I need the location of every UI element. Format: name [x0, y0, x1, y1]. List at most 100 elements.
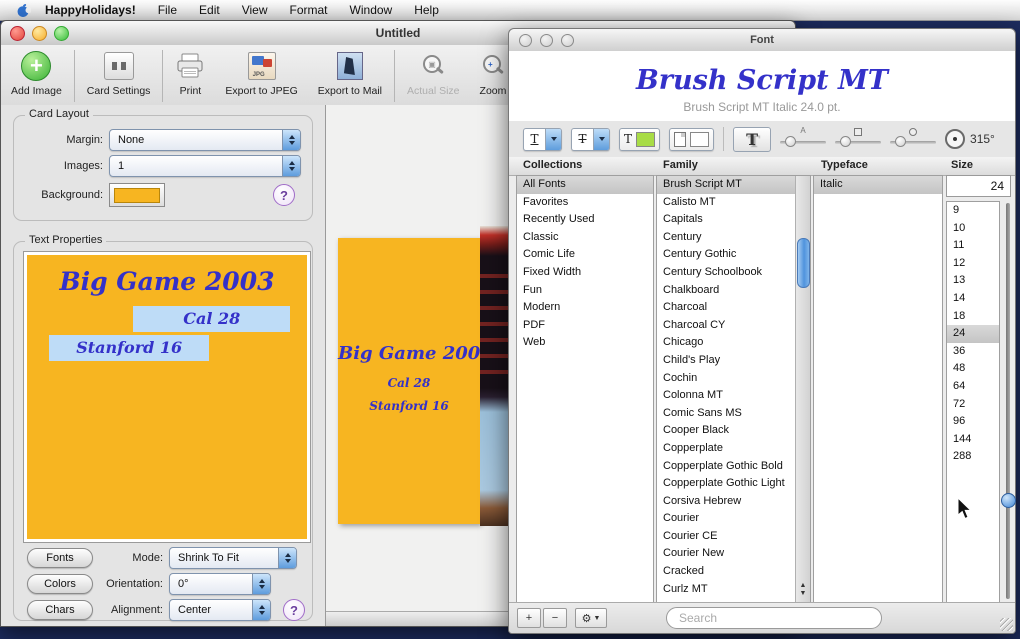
add-collection-button[interactable]: + — [517, 608, 541, 628]
menu-item[interactable]: Help — [414, 3, 439, 17]
orientation-popup[interactable]: 0° — [169, 573, 271, 595]
size-item[interactable]: 18 — [947, 308, 999, 326]
size-slider-thumb[interactable] — [1001, 493, 1016, 508]
family-item[interactable]: Colonna MT — [657, 387, 796, 405]
chars-button[interactable]: Chars — [27, 600, 93, 620]
strikethrough-button[interactable]: T — [571, 127, 610, 151]
size-item[interactable]: 48 — [947, 360, 999, 378]
search-input[interactable] — [666, 607, 882, 629]
alignment-popup[interactable]: Center — [169, 599, 271, 621]
card-line-stanford[interactable]: Stanford 16 — [338, 399, 480, 413]
colors-button[interactable]: Colors — [27, 574, 93, 594]
family-item[interactable]: Curlz MT — [657, 581, 796, 599]
card-layout-help-button[interactable]: ? — [273, 184, 295, 206]
card-line-cal[interactable]: Cal 28 — [338, 376, 480, 390]
size-item[interactable]: 64 — [947, 378, 999, 396]
text-line-stanford[interactable]: Stanford 16 — [49, 335, 209, 361]
menu-item[interactable]: Format — [290, 3, 328, 17]
collection-item[interactable]: Favorites — [517, 194, 653, 212]
text-line-cal[interactable]: Cal 28 — [133, 306, 291, 332]
mode-popup[interactable]: Shrink To Fit — [169, 547, 297, 569]
menu-item[interactable]: Window — [350, 3, 393, 17]
app-menu-title[interactable]: HappyHolidays! — [45, 3, 136, 17]
slider-thumb[interactable] — [840, 136, 852, 147]
collection-item[interactable]: PDF — [517, 317, 653, 335]
family-item[interactable]: Charcoal — [657, 299, 796, 317]
size-item[interactable]: 24 — [947, 325, 999, 343]
size-item[interactable]: 13 — [947, 272, 999, 290]
card-line-title[interactable]: Big Game 2003 — [338, 343, 493, 364]
size-item[interactable]: 9 — [947, 202, 999, 220]
card-preview[interactable]: Big Game 2003 Cal 28 Stanford 16 — [338, 238, 493, 524]
collection-item[interactable]: Recently Used — [517, 211, 653, 229]
margin-popup[interactable]: None — [109, 129, 301, 151]
strikethrough-menu-arrow-icon[interactable] — [593, 128, 609, 150]
fonts-button[interactable]: Fonts — [27, 548, 93, 568]
family-item[interactable]: Chalkboard — [657, 282, 796, 300]
size-item[interactable]: 96 — [947, 413, 999, 431]
collection-item[interactable]: Modern — [517, 299, 653, 317]
size-item[interactable]: 14 — [947, 290, 999, 308]
family-item[interactable]: Courier New — [657, 545, 796, 563]
collection-item[interactable]: All Fonts — [517, 176, 653, 194]
text-preview-canvas[interactable]: Big Game 2003 Cal 28 Stanford 16 — [27, 255, 307, 539]
family-item[interactable]: Comic Sans MS — [657, 405, 796, 423]
background-color-well[interactable] — [109, 183, 165, 207]
family-item[interactable]: Copperplate — [657, 440, 796, 458]
family-item[interactable]: Cooper Black — [657, 422, 796, 440]
shadow-angle-dial[interactable]: 315° — [945, 129, 995, 149]
apple-menu-icon[interactable] — [16, 3, 31, 18]
size-item[interactable]: 11 — [947, 237, 999, 255]
menu-item[interactable]: View — [242, 3, 268, 17]
scroll-up-icon[interactable]: ▲ — [800, 582, 807, 589]
family-item[interactable]: Copperplate Gothic Bold — [657, 458, 796, 476]
slider-thumb[interactable] — [785, 136, 797, 147]
shadow-opacity-slider[interactable]: A — [780, 127, 827, 151]
scroll-down-icon[interactable]: ▼ — [800, 590, 807, 597]
size-slider[interactable] — [1006, 203, 1010, 599]
text-line-title[interactable]: Big Game 2003 — [27, 267, 307, 296]
size-item[interactable]: 288 — [947, 448, 999, 466]
family-item[interactable]: Century Gothic — [657, 246, 796, 264]
scrollbar-thumb[interactable] — [797, 238, 810, 288]
family-item[interactable]: Century — [657, 229, 796, 247]
add-image-button[interactable]: + Add Image — [1, 50, 72, 97]
family-item[interactable]: Charcoal CY — [657, 317, 796, 335]
images-popup[interactable]: 1 — [109, 155, 301, 177]
text-properties-help-button[interactable]: ? — [283, 599, 305, 621]
print-button[interactable]: Print — [165, 50, 215, 97]
family-item[interactable]: Child's Play — [657, 352, 796, 370]
family-item[interactable]: Copperplate Gothic Light — [657, 475, 796, 493]
underline-menu-arrow-icon[interactable] — [545, 128, 561, 150]
family-item[interactable]: Corsiva Hebrew — [657, 493, 796, 511]
family-item[interactable]: Calisto MT — [657, 194, 796, 212]
action-gear-button[interactable]: ⚙ ▼ — [575, 608, 607, 628]
family-item[interactable]: Brush Script MT — [657, 176, 796, 194]
family-item[interactable]: Cochin — [657, 370, 796, 388]
family-item[interactable]: Cracked — [657, 563, 796, 581]
size-item[interactable]: 72 — [947, 396, 999, 414]
resize-grip[interactable] — [1000, 618, 1013, 631]
size-item[interactable]: 36 — [947, 343, 999, 361]
family-item[interactable]: Chicago — [657, 334, 796, 352]
angle-wheel-icon[interactable] — [945, 129, 966, 149]
menu-item[interactable]: File — [158, 3, 177, 17]
family-item[interactable]: Courier — [657, 510, 796, 528]
collection-item[interactable]: Web — [517, 334, 653, 352]
family-item[interactable]: Century Schoolbook — [657, 264, 796, 282]
collection-item[interactable]: Fixed Width — [517, 264, 653, 282]
collection-item[interactable]: Classic — [517, 229, 653, 247]
collection-item[interactable]: Comic Life — [517, 246, 653, 264]
underline-button[interactable]: T — [523, 127, 562, 151]
text-shadow-button[interactable]: T — [733, 126, 772, 152]
size-item[interactable]: 144 — [947, 431, 999, 449]
size-item[interactable]: 12 — [947, 255, 999, 273]
family-item[interactable]: Courier CE — [657, 528, 796, 546]
document-color-button[interactable] — [669, 127, 715, 151]
slider-thumb[interactable] — [895, 136, 907, 147]
collection-item[interactable]: Fun — [517, 282, 653, 300]
text-color-button[interactable]: T — [619, 127, 661, 151]
family-scrollbar[interactable]: ▲ ▼ — [795, 176, 810, 602]
remove-collection-button[interactable]: − — [543, 608, 567, 628]
actual-size-button[interactable]: ▣ Actual Size — [397, 50, 470, 97]
